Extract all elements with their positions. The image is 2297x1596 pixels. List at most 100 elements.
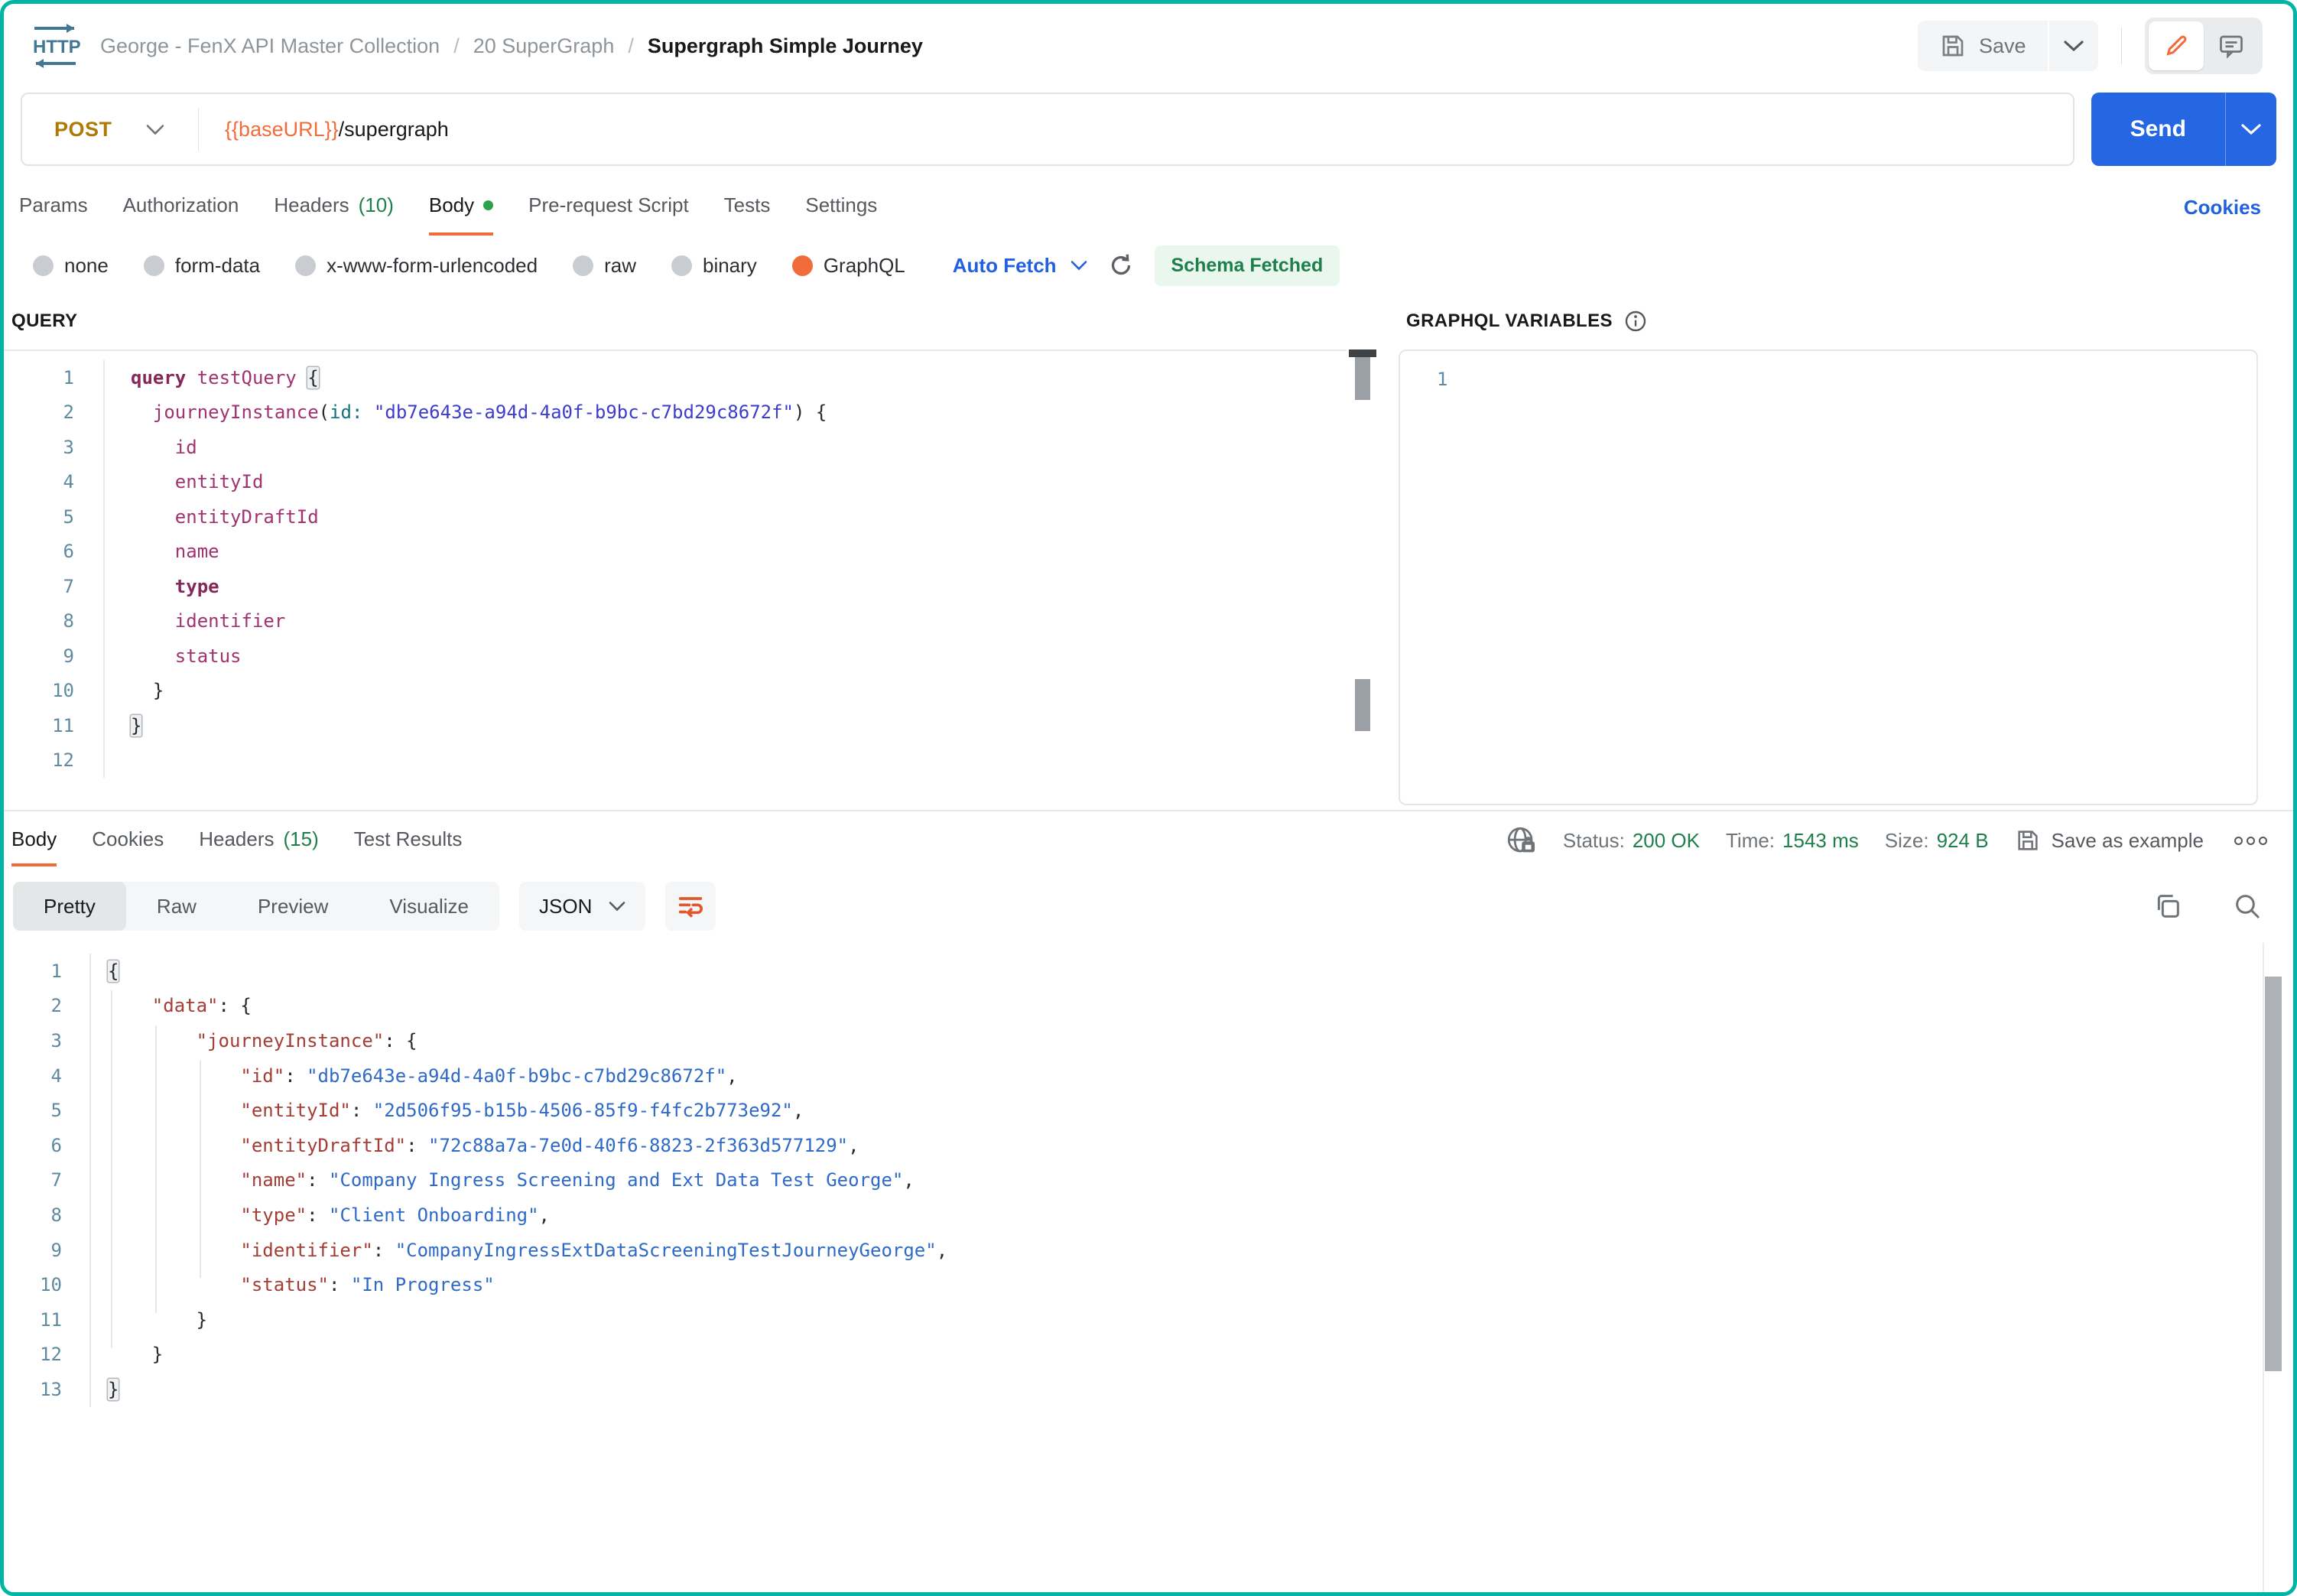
radio-label: binary (703, 254, 757, 278)
save-button-label: Save (1979, 34, 2026, 58)
refresh-schema-button[interactable] (1107, 252, 1135, 279)
auto-fetch-dropdown[interactable]: Auto Fetch (953, 254, 1087, 278)
response-tab-cookies[interactable]: Cookies (92, 815, 164, 866)
tab-label: Headers (274, 193, 349, 217)
radio-icon (573, 255, 593, 276)
response-body[interactable]: 1{2 "data": {3 "journeyInstance": {4 "id… (4, 943, 2293, 1592)
variables-editor[interactable]: 1 (1399, 349, 2258, 805)
unsaved-dot-icon (483, 200, 493, 210)
response-scrollbar[interactable] (2263, 943, 2289, 1592)
line-content: "type": "Client Onboarding", (89, 1198, 550, 1233)
line-content: "journeyInstance": { (89, 1023, 417, 1058)
body-type-binary[interactable]: binary (671, 254, 757, 278)
meta-label: Status: (1563, 829, 1625, 853)
tab-headers[interactable]: Headers(10) (274, 180, 394, 236)
scrollbar-thumb[interactable] (1355, 357, 1370, 400)
line-number: 11 (4, 715, 103, 736)
query-code-line: 3 id (4, 430, 1347, 465)
tab-settings[interactable]: Settings (805, 180, 877, 236)
save-button[interactable]: Save (1918, 21, 2048, 71)
query-code-line: 10 } (4, 674, 1347, 709)
tab-label: Params (19, 193, 88, 217)
tab-label: Authorization (123, 193, 239, 217)
scrollbar-thumb[interactable] (1355, 679, 1370, 731)
view-raw[interactable]: Raw (126, 882, 227, 931)
body-type-none[interactable]: none (33, 254, 109, 278)
http-request-icon: HTTP (30, 22, 80, 70)
meta-time: Time:1543 ms (1726, 829, 1859, 853)
line-number: 12 (4, 1344, 89, 1365)
body-type-raw[interactable]: raw (573, 254, 636, 278)
view-visualize[interactable]: Visualize (359, 882, 499, 931)
method-label: POST (54, 118, 112, 141)
tab-params[interactable]: Params (19, 180, 88, 236)
line-content: query testQuery { (103, 360, 319, 395)
line-number: 8 (4, 1204, 89, 1226)
breadcrumb-separator: / (453, 34, 460, 58)
indent-guide (200, 1061, 201, 1278)
body-type-x-www-form-urlencoded[interactable]: x-www-form-urlencoded (295, 254, 538, 278)
line-number: 1 (1400, 369, 1464, 390)
view-preview[interactable]: Preview (227, 882, 359, 931)
send-button-group: Send (2091, 93, 2276, 166)
indent-guide (111, 990, 112, 1348)
method-selector[interactable]: POST (22, 118, 198, 141)
comments-button[interactable] (2204, 21, 2259, 70)
edit-mode-button[interactable] (2149, 21, 2204, 70)
graphql-editor-area: QUERY 1query testQuery {2 journeyInstanc… (4, 293, 2293, 810)
scrollbar-thumb[interactable] (2265, 977, 2282, 1371)
meta-value: 1543 ms (1782, 829, 1859, 853)
format-dropdown[interactable]: JSON (519, 882, 645, 931)
breadcrumb-item-george-fenx-api-master-collection[interactable]: George - FenX API Master Collection (100, 34, 440, 58)
tab-pre-request-script[interactable]: Pre-request Script (528, 180, 689, 236)
send-button[interactable]: Send (2091, 93, 2225, 166)
query-scrollbar[interactable] (1347, 293, 1380, 810)
view-pretty[interactable]: Pretty (13, 882, 126, 931)
search-icon[interactable] (2232, 891, 2263, 922)
line-number: 9 (4, 645, 103, 667)
tab-label: Pre-request Script (528, 193, 689, 217)
tab-body[interactable]: Body (429, 180, 493, 236)
copy-icon[interactable] (2152, 891, 2183, 922)
cookies-link[interactable]: Cookies (2184, 196, 2261, 219)
query-panel: QUERY 1query testQuery {2 journeyInstanc… (4, 293, 1347, 810)
url-row: POST {{baseURL}}/supergraph Send (21, 93, 2276, 166)
line-content: } (89, 1372, 119, 1407)
info-icon[interactable] (1623, 309, 1648, 333)
wrap-lines-button[interactable] (665, 882, 716, 931)
more-actions-button[interactable] (2234, 837, 2267, 845)
response-tab-headers[interactable]: Headers(15) (199, 815, 319, 866)
line-content: "id": "db7e643e-a94d-4a0f-b9bc-c7bd29c86… (89, 1058, 738, 1094)
url-path: /supergraph (339, 118, 449, 141)
save-icon (1939, 32, 1967, 60)
request-tabs: Params Authorization Headers(10) Body Pre-re… (4, 177, 2293, 238)
line-content: entityDraftId (103, 499, 319, 535)
save-options-button[interactable] (2049, 21, 2098, 71)
breadcrumb-item-20-supergraph[interactable]: 20 SuperGraph (473, 34, 615, 58)
app-window: HTTP George - FenX API Master Collection… (0, 0, 2297, 1596)
body-type-form-data[interactable]: form-data (144, 254, 260, 278)
line-number: 1 (4, 961, 89, 982)
send-options-button[interactable] (2226, 93, 2276, 166)
response-code-line: 9 "identifier": "CompanyIngressExtDataSc… (4, 1233, 2293, 1268)
request-header: HTTP George - FenX API Master Collection… (4, 4, 2293, 88)
radio-icon (671, 255, 692, 276)
query-code-line: 4 entityId (4, 465, 1347, 500)
response-code-line: 13} (4, 1372, 2293, 1407)
radio-icon (33, 255, 54, 276)
line-content: name (103, 535, 219, 570)
response-code-line: 1{ (4, 954, 2293, 989)
body-type-graphql[interactable]: GraphQL (792, 254, 905, 278)
query-editor[interactable]: 1query testQuery {2 journeyInstance(id: … (4, 349, 1347, 810)
response-tab-body[interactable]: Body (11, 815, 57, 866)
line-number: 1 (4, 367, 103, 388)
response-tab-test-results[interactable]: Test Results (354, 815, 463, 866)
line-content (103, 743, 131, 778)
url-input[interactable]: {{baseURL}}/supergraph (199, 118, 449, 141)
tab-authorization[interactable]: Authorization (123, 180, 239, 236)
tab-tests[interactable]: Tests (724, 180, 771, 236)
save-as-example-button[interactable]: Save as example (2015, 827, 2204, 853)
radio-label: raw (604, 254, 636, 278)
radio-label: x-www-form-urlencoded (327, 254, 538, 278)
query-code-line: 12 (4, 743, 1347, 778)
